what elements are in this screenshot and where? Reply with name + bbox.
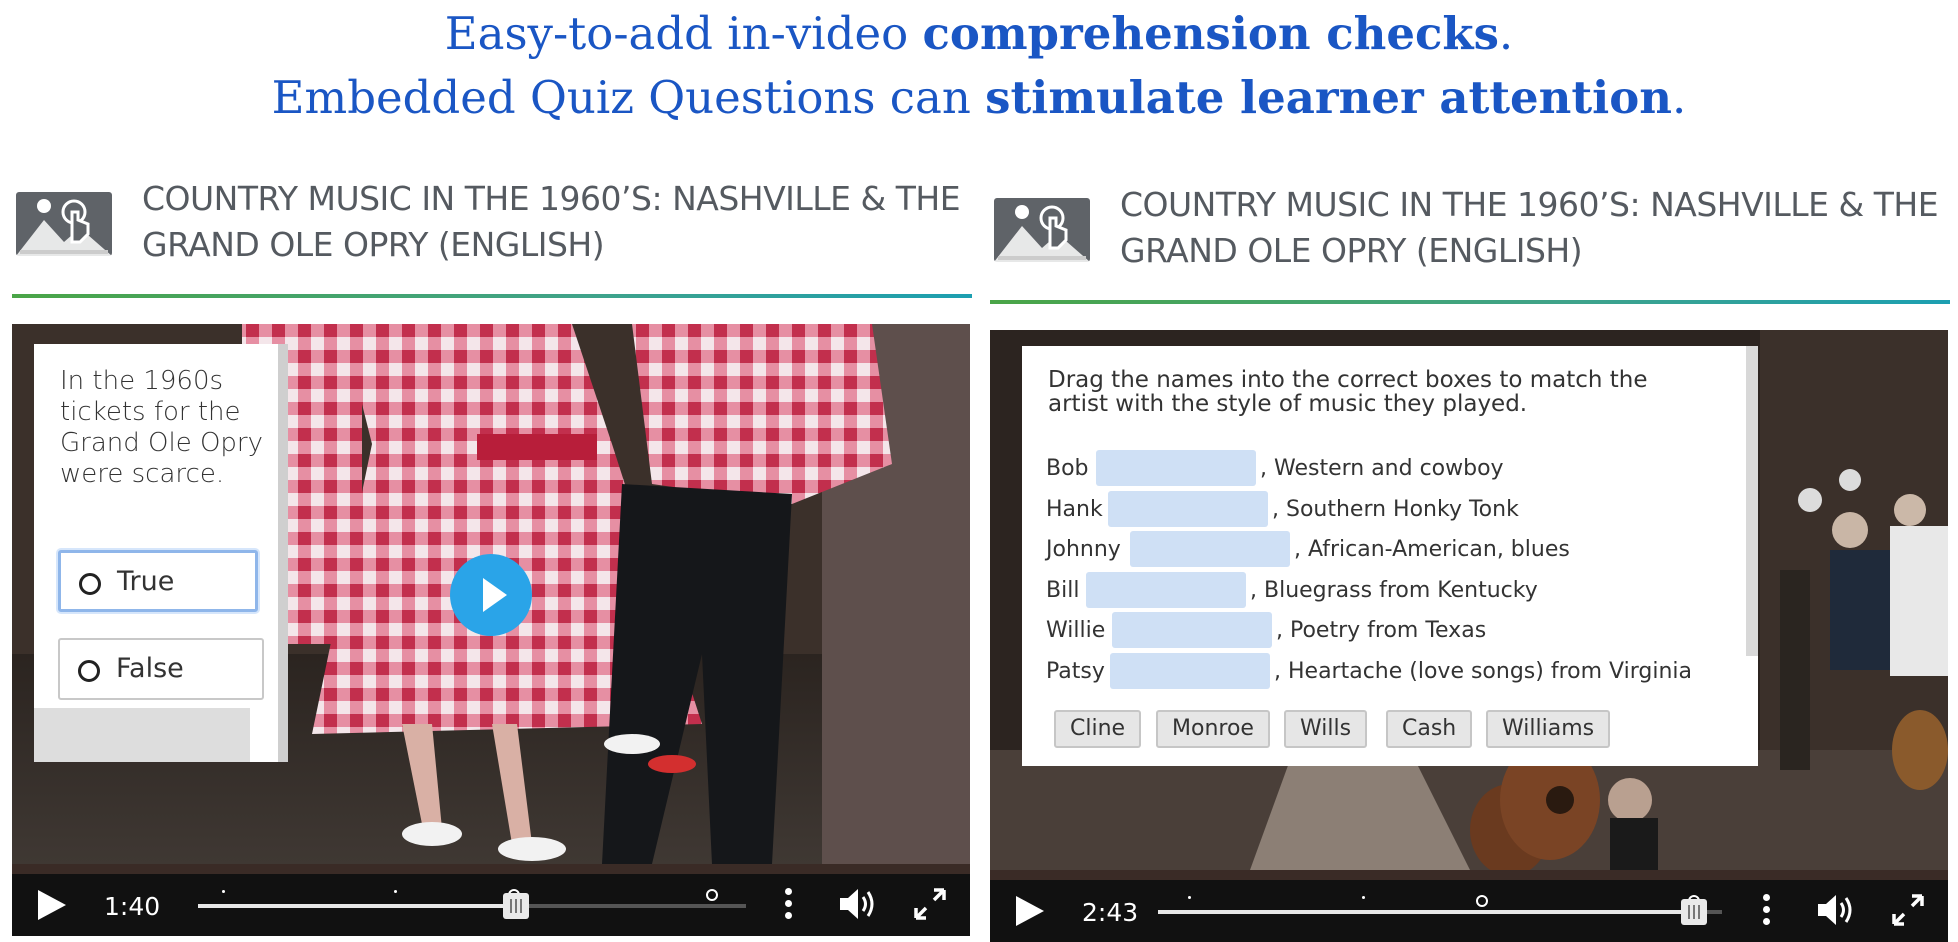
artist-name: Hank xyxy=(1046,497,1103,522)
video-panel-true-false: COUNTRY MUSIC IN THE 1960’S: NASHVILLE &… xyxy=(12,172,972,938)
headline-text: Easy-to-add in-video xyxy=(444,7,923,60)
interaction-marker[interactable] xyxy=(222,890,225,893)
interaction-marker[interactable] xyxy=(394,890,397,893)
radio-icon xyxy=(78,660,100,682)
draggable-choice[interactable]: Cash xyxy=(1386,710,1473,748)
course-title: COUNTRY MUSIC IN THE 1960’S: NASHVILLE &… xyxy=(142,179,961,264)
current-time: 1:40 xyxy=(104,892,161,921)
drop-zone[interactable] xyxy=(1110,653,1270,689)
instruction-text: Drag the names into the correct boxes to… xyxy=(1048,367,1648,417)
draggable-choice[interactable]: Monroe xyxy=(1156,710,1270,748)
match-row: Bob , Western and cowboy xyxy=(1046,450,1746,486)
draggable-choice[interactable]: Wills xyxy=(1284,710,1368,748)
artist-name: Bob xyxy=(1046,456,1089,481)
course-header: COUNTRY MUSIC IN THE 1960’S: NASHVILLE &… xyxy=(12,172,972,292)
headline-line-2: Embedded Quiz Questions can stimulate le… xyxy=(0,68,1958,128)
header-divider xyxy=(12,294,972,298)
question-text: In the 1960s tickets for the Grand Ole O… xyxy=(60,366,264,489)
option-false[interactable]: False xyxy=(58,638,264,700)
interaction-marker[interactable] xyxy=(706,889,718,901)
true-false-question-card: In the 1960s tickets for the Grand Ole O… xyxy=(34,344,288,762)
fullscreen-icon[interactable] xyxy=(1890,892,1926,928)
interaction-marker[interactable] xyxy=(1362,896,1365,899)
video-panel-drag-drop: COUNTRY MUSIC IN THE 1960’S: NASHVILLE &… xyxy=(990,178,1950,942)
course-header: COUNTRY MUSIC IN THE 1960’S: NASHVILLE &… xyxy=(990,178,1950,298)
artist-name: Johnny xyxy=(1046,537,1121,562)
draggable-choice[interactable]: Cline xyxy=(1054,710,1142,748)
video-player[interactable]: Drag the names into the correct boxes to… xyxy=(990,330,1948,942)
headline-text: Embedded Quiz Questions can xyxy=(271,71,986,124)
option-true[interactable]: True xyxy=(58,550,258,612)
artist-name: Bill xyxy=(1046,578,1080,603)
scrollbar[interactable] xyxy=(278,344,288,762)
interactive-video-icon xyxy=(16,192,112,256)
headline-text: . xyxy=(1498,7,1514,60)
radio-icon xyxy=(79,573,101,595)
headline-line-1: Easy-to-add in-video comprehension check… xyxy=(0,4,1958,64)
music-style: , African-American, blues xyxy=(1294,537,1570,562)
artist-name: Willie xyxy=(1046,618,1106,643)
seek-bar-played xyxy=(1158,910,1694,914)
seek-handle[interactable] xyxy=(502,893,529,919)
headline-text: . xyxy=(1672,71,1687,124)
match-row: Bill , Bluegrass from Kentucky xyxy=(1046,572,1746,608)
drop-zone[interactable] xyxy=(1096,450,1256,486)
drop-zone[interactable] xyxy=(1112,612,1272,648)
fullscreen-icon[interactable] xyxy=(912,886,948,922)
interactive-video-icon xyxy=(994,198,1090,262)
course-title: COUNTRY MUSIC IN THE 1960’S: NASHVILLE &… xyxy=(1120,185,1939,270)
more-options-icon[interactable] xyxy=(784,888,794,922)
scrollbar[interactable] xyxy=(1746,346,1758,656)
video-controls: 1:40 xyxy=(12,874,970,936)
more-options-icon[interactable] xyxy=(1762,894,1772,928)
artist-name: Patsy xyxy=(1046,659,1105,684)
quiz-footer xyxy=(34,708,250,762)
music-style: , Heartache (love songs) from Virginia xyxy=(1274,659,1692,684)
play-icon[interactable] xyxy=(1012,894,1046,928)
play-icon[interactable] xyxy=(34,888,68,922)
drop-zone[interactable] xyxy=(1108,491,1268,527)
headline-emphasis: comprehension checks xyxy=(922,7,1499,60)
match-row: Johnny , African-American, blues xyxy=(1046,531,1746,567)
drop-zone[interactable] xyxy=(1086,572,1246,608)
match-row: Patsy , Heartache (love songs) from Virg… xyxy=(1046,653,1746,689)
volume-icon[interactable] xyxy=(838,886,878,922)
seek-handle[interactable] xyxy=(1680,899,1707,925)
play-overlay-button[interactable] xyxy=(450,554,532,636)
current-time: 2:43 xyxy=(1082,898,1139,927)
interaction-marker[interactable] xyxy=(1188,896,1191,899)
music-style: , Southern Honky Tonk xyxy=(1272,497,1519,522)
option-label: True xyxy=(117,566,175,597)
seek-bar-played xyxy=(198,904,516,908)
drag-and-drop-card: Drag the names into the correct boxes to… xyxy=(1022,346,1758,766)
music-style: , Poetry from Texas xyxy=(1276,618,1487,643)
video-controls: 2:43 xyxy=(990,880,1948,942)
interaction-marker[interactable] xyxy=(1476,895,1488,907)
video-player[interactable]: In the 1960s tickets for the Grand Ole O… xyxy=(12,324,970,936)
seek-bar[interactable] xyxy=(1158,895,1722,925)
volume-icon[interactable] xyxy=(1816,892,1856,928)
match-row: Willie , Poetry from Texas xyxy=(1046,612,1746,648)
drop-zone[interactable] xyxy=(1130,531,1290,567)
music-style: , Bluegrass from Kentucky xyxy=(1250,578,1538,603)
header-divider xyxy=(990,300,1950,304)
draggable-choice[interactable]: Williams xyxy=(1486,710,1611,748)
headline-emphasis: stimulate learner attention xyxy=(985,71,1673,124)
music-style: , Western and cowboy xyxy=(1260,456,1504,481)
option-label: False xyxy=(116,653,184,684)
match-row: Hank , Southern Honky Tonk xyxy=(1046,491,1746,527)
seek-bar[interactable] xyxy=(198,889,746,919)
